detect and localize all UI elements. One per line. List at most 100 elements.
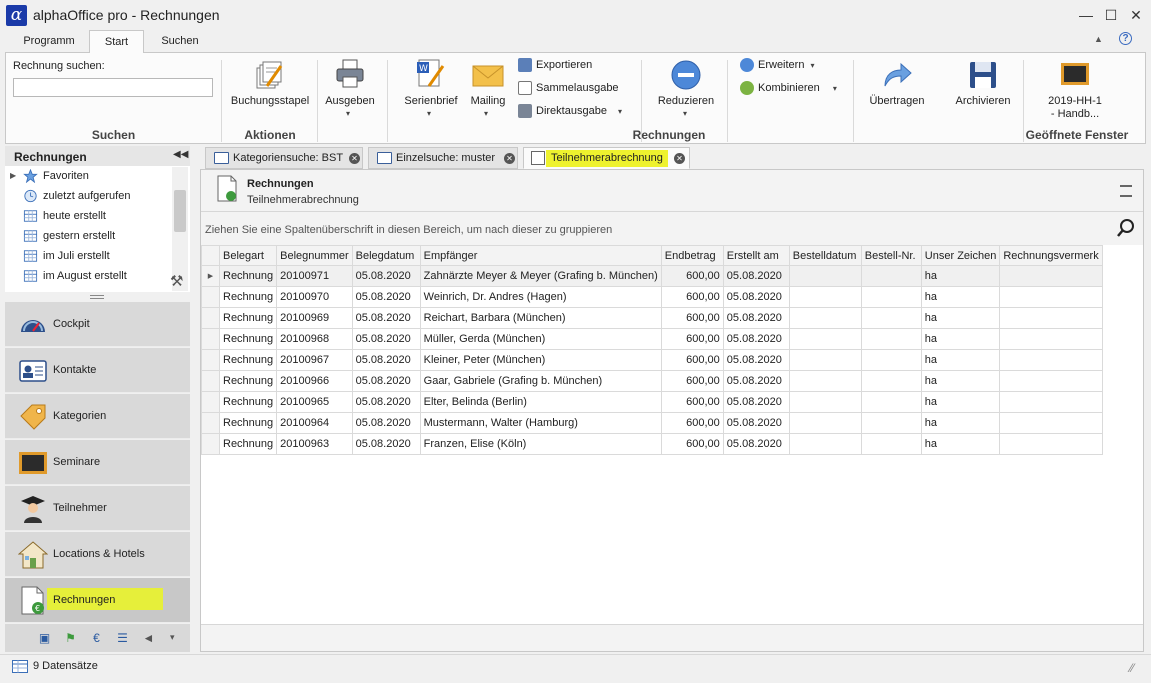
column-header[interactable]: Erstellt am bbox=[722, 245, 790, 266]
table-cell[interactable] bbox=[860, 307, 922, 329]
uebertragen-button[interactable]: Übertragen bbox=[864, 58, 930, 126]
table-cell[interactable]: 05.08.2020 bbox=[722, 307, 790, 329]
megaphone-mini-icon[interactable]: ◄ bbox=[141, 631, 156, 646]
table-cell[interactable]: 05.08.2020 bbox=[722, 349, 790, 371]
ribbon-tab-start[interactable]: Start bbox=[89, 30, 144, 53]
table-cell[interactable] bbox=[999, 286, 1104, 308]
row-indicator[interactable] bbox=[201, 307, 220, 329]
row-indicator[interactable] bbox=[201, 349, 220, 371]
table-cell[interactable]: 05.08.2020 bbox=[351, 349, 421, 371]
serienbrief-button[interactable]: W Serienbrief ▾ bbox=[400, 58, 462, 126]
erweitern-button[interactable]: Erweitern ▾ bbox=[740, 56, 815, 74]
nav-overflow-arrow-icon[interactable]: ▾ bbox=[170, 632, 175, 643]
nav-button-seminare[interactable]: Seminare bbox=[5, 440, 190, 485]
resize-grip-icon[interactable]: ⁄⁄ bbox=[1130, 661, 1134, 675]
table-cell[interactable]: 05.08.2020 bbox=[351, 265, 421, 287]
document-menu-icon[interactable] bbox=[1120, 185, 1132, 197]
nav-button-teilnehmer[interactable]: Teilnehmer bbox=[5, 486, 190, 531]
table-cell[interactable] bbox=[860, 433, 922, 455]
table-cell[interactable] bbox=[860, 412, 922, 434]
table-cell[interactable]: 05.08.2020 bbox=[722, 391, 790, 413]
column-header[interactable]: Belegart bbox=[218, 245, 278, 266]
table-cell[interactable]: 600,00 bbox=[660, 433, 724, 455]
table-row[interactable]: Rechnung 20100967 05.08.2020 Kleiner, Peter… bbox=[201, 349, 1104, 371]
tree-item-favoriten[interactable]: ▶ Favoriten bbox=[5, 166, 170, 186]
table-cell[interactable]: Rechnung bbox=[218, 433, 278, 455]
doc-tab-kategoriensuche[interactable]: Kategoriensuche: BST ✕ bbox=[205, 147, 363, 169]
table-cell[interactable]: 20100968 bbox=[276, 328, 353, 350]
currency-mini-icon[interactable]: € bbox=[89, 631, 104, 646]
row-indicator[interactable] bbox=[201, 391, 220, 413]
table-cell[interactable]: 05.08.2020 bbox=[722, 412, 790, 434]
table-cell[interactable] bbox=[999, 433, 1104, 455]
direktausgabe-button[interactable]: Direktausgabe ▾ bbox=[518, 102, 622, 120]
table-cell[interactable]: 05.08.2020 bbox=[722, 328, 790, 350]
table-row[interactable]: Rechnung 20100965 05.08.2020 Elter, Belinda… bbox=[201, 391, 1104, 413]
table-cell[interactable]: 600,00 bbox=[660, 370, 724, 392]
table-cell[interactable]: 05.08.2020 bbox=[722, 286, 790, 308]
reduzieren-button[interactable]: Reduzieren ▾ bbox=[653, 58, 719, 126]
table-cell[interactable] bbox=[999, 328, 1104, 350]
help-icon[interactable]: ? bbox=[1119, 32, 1132, 45]
table-cell[interactable]: Rechnung bbox=[218, 328, 278, 350]
tree-item-zuletzt-aufgerufen[interactable]: zuletzt aufgerufen bbox=[5, 186, 170, 206]
column-header[interactable]: Empfänger bbox=[419, 245, 662, 266]
buchungsstapel-button[interactable]: Buchungsstapel bbox=[225, 58, 315, 126]
invoice-search-input[interactable] bbox=[13, 78, 213, 97]
nav-collapse-icon[interactable]: ◀◀ bbox=[173, 149, 188, 160]
tree-item-gestern-erstellt[interactable]: gestern erstellt bbox=[5, 226, 170, 246]
maximize-button[interactable]: ☐ bbox=[1101, 6, 1121, 24]
tree-item-im-juli-erstellt[interactable]: im Juli erstellt bbox=[5, 246, 170, 266]
table-cell[interactable]: ha bbox=[920, 412, 1001, 434]
nav-button-kategorien[interactable]: Kategorien bbox=[5, 394, 190, 439]
column-header[interactable]: Belegdatum bbox=[351, 245, 421, 266]
row-indicator[interactable] bbox=[201, 370, 220, 392]
open-window-2019-hh-1-button[interactable]: 2019-HH-1 - Handb... bbox=[1038, 58, 1112, 126]
kombinieren-button[interactable]: Kombinieren ▾ bbox=[740, 79, 837, 97]
tab-close-icon[interactable]: ✕ bbox=[349, 153, 360, 164]
table-row[interactable]: ▶ Rechnung 20100971 05.08.2020 Zahnärzte Mey… bbox=[201, 265, 1104, 287]
table-cell[interactable] bbox=[860, 328, 922, 350]
table-cell[interactable]: 600,00 bbox=[660, 265, 724, 287]
column-header[interactable]: Unser Zeichen bbox=[920, 245, 1001, 266]
table-cell[interactable]: Gaar, Gabriele (Grafing b. München) bbox=[419, 370, 662, 392]
table-cell[interactable] bbox=[788, 265, 862, 287]
table-cell[interactable]: Rechnung bbox=[218, 265, 278, 287]
table-cell[interactable] bbox=[788, 391, 862, 413]
table-cell[interactable]: 600,00 bbox=[660, 286, 724, 308]
row-indicator[interactable] bbox=[201, 433, 220, 455]
table-cell[interactable]: 05.08.2020 bbox=[351, 433, 421, 455]
app-logo-icon[interactable]: α bbox=[6, 5, 27, 26]
invoice-mini-icon[interactable]: ▣ bbox=[37, 631, 52, 646]
column-header[interactable]: Belegnummer bbox=[276, 245, 353, 266]
column-header[interactable]: Bestelldatum bbox=[788, 245, 862, 266]
table-cell[interactable]: ha bbox=[920, 349, 1001, 371]
table-row[interactable]: Rechnung 20100968 05.08.2020 Müller, Gerda … bbox=[201, 328, 1104, 350]
table-cell[interactable] bbox=[788, 286, 862, 308]
table-cell[interactable]: 20100969 bbox=[276, 307, 353, 329]
archivieren-button[interactable]: Archivieren bbox=[950, 58, 1016, 126]
table-cell[interactable]: 20100964 bbox=[276, 412, 353, 434]
ausgeben-button[interactable]: Ausgeben ▾ bbox=[322, 58, 378, 126]
table-cell[interactable]: 05.08.2020 bbox=[722, 265, 790, 287]
table-cell[interactable]: Zahnärzte Meyer & Meyer (Grafing b. Münc… bbox=[419, 265, 662, 287]
table-row[interactable]: Rechnung 20100964 05.08.2020 Mustermann, Wa… bbox=[201, 412, 1104, 434]
table-cell[interactable] bbox=[999, 349, 1104, 371]
table-cell[interactable]: 05.08.2020 bbox=[351, 286, 421, 308]
row-indicator[interactable] bbox=[201, 328, 220, 350]
table-cell[interactable] bbox=[999, 370, 1104, 392]
table-cell[interactable]: 05.08.2020 bbox=[351, 370, 421, 392]
doc-tab-einzelsuche[interactable]: Einzelsuche: muster ✕ bbox=[368, 147, 518, 169]
table-cell[interactable]: 05.08.2020 bbox=[722, 370, 790, 392]
table-cell[interactable]: 20100970 bbox=[276, 286, 353, 308]
list-mini-icon[interactable]: ☰ bbox=[115, 631, 130, 646]
table-row[interactable]: Rechnung 20100970 05.08.2020 Weinrich, Dr. … bbox=[201, 286, 1104, 308]
ribbon-tab-suchen[interactable]: Suchen bbox=[150, 30, 210, 53]
table-cell[interactable]: 600,00 bbox=[660, 307, 724, 329]
close-button[interactable]: ✕ bbox=[1126, 6, 1146, 24]
table-cell[interactable]: 20100965 bbox=[276, 391, 353, 413]
table-cell[interactable] bbox=[788, 349, 862, 371]
table-cell[interactable] bbox=[860, 391, 922, 413]
table-cell[interactable] bbox=[999, 412, 1104, 434]
nav-button-kontakte[interactable]: Kontakte bbox=[5, 348, 190, 393]
